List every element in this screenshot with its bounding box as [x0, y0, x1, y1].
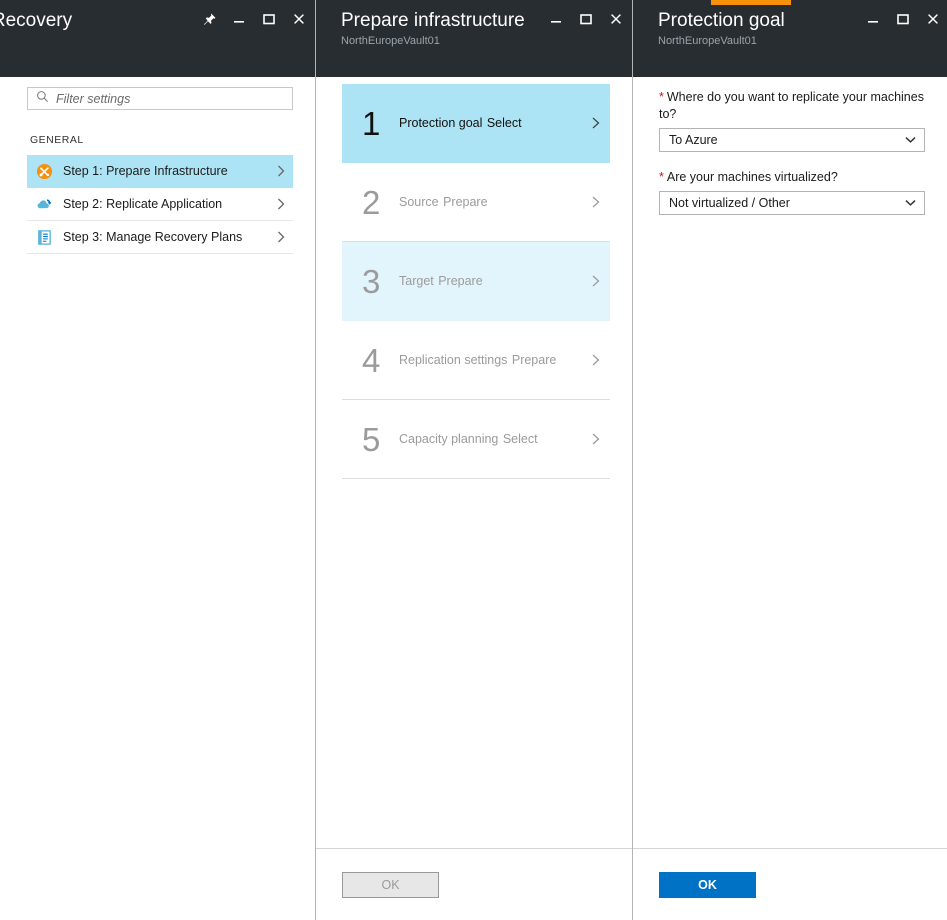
blade-site-recovery: e Recovery: [0, 0, 315, 920]
select-value: To Azure: [669, 133, 718, 147]
search-box[interactable]: [27, 87, 293, 110]
blade-body-prepare-infrastructure: 1 Protection goal Select 2 Source Prepar…: [316, 77, 632, 848]
machines-virtualized-select[interactable]: Not virtualized / Other: [659, 191, 925, 215]
chevron-right-icon: [590, 431, 602, 447]
page-subtitle: NorthEuropeVault01: [658, 34, 785, 49]
sidebar-item-label: Step 3: Manage Recovery Plans: [63, 230, 266, 244]
step-number: 1: [362, 107, 381, 140]
blade-body-site-recovery: GENERAL Step 1: Prepare Infrastructure: [0, 77, 315, 848]
step-title: Source: [399, 195, 439, 209]
close-icon[interactable]: [291, 11, 307, 27]
ok-button[interactable]: OK: [342, 872, 439, 898]
blade-header-prepare-infrastructure: Prepare infrastructure NorthEuropeVault0…: [316, 0, 632, 77]
sidebar-item-replicate-application[interactable]: Step 2: Replicate Application: [27, 188, 293, 221]
step-subtitle: Prepare: [512, 353, 556, 367]
field-replicate-target: *Where do you want to replicate your mac…: [659, 89, 925, 152]
field-machines-virtualized: *Are your machines virtualized? Not virt…: [659, 169, 925, 215]
field-label-text: Are your machines virtualized?: [667, 170, 838, 184]
step-number: 3: [362, 265, 381, 298]
step-item-source[interactable]: 2 Source Prepare: [342, 163, 610, 242]
sidebar-item-label: Step 2: Replicate Application: [63, 197, 266, 211]
select-value: Not virtualized / Other: [669, 196, 790, 210]
settings-nav-list: Step 1: Prepare Infrastructure Step 2: R…: [0, 155, 315, 254]
maximize-icon[interactable]: [578, 11, 594, 27]
maximize-icon[interactable]: [895, 11, 911, 27]
blade-body-protection-goal: *Where do you want to replicate your mac…: [633, 77, 947, 848]
chevron-right-icon: [276, 230, 287, 244]
chevron-right-icon: [590, 194, 602, 210]
step-item-replication-settings[interactable]: 4 Replication settings Prepare: [342, 321, 610, 400]
blade-protection-goal: Protection goal NorthEuropeVault01: [633, 0, 947, 920]
blade-header-protection-goal: Protection goal NorthEuropeVault01: [633, 0, 947, 77]
chevron-right-icon: [276, 197, 287, 211]
azure-portal-blades: e Recovery: [0, 0, 947, 920]
blade-footer-protection-goal: OK: [633, 848, 947, 920]
step-title: Target: [399, 274, 434, 288]
close-icon[interactable]: [608, 11, 624, 27]
close-icon[interactable]: [925, 11, 941, 27]
maximize-icon[interactable]: [261, 11, 277, 27]
cloud-sync-icon: [35, 195, 53, 213]
page-title: e Recovery: [0, 9, 72, 32]
blade-prepare-infrastructure: Prepare infrastructure NorthEuropeVault0…: [316, 0, 632, 920]
step-subtitle: Select: [503, 432, 538, 446]
step-item-target[interactable]: 3 Target Prepare: [342, 242, 610, 321]
field-label: *Are your machines virtualized?: [659, 169, 925, 186]
step-subtitle: Select: [487, 116, 522, 130]
chevron-right-icon: [276, 164, 287, 178]
field-label-text: Where do you want to replicate your mach…: [659, 90, 924, 121]
search-input[interactable]: [56, 92, 284, 106]
blade-footer-prepare-infrastructure: OK: [316, 848, 632, 920]
minimize-icon[interactable]: [548, 11, 564, 27]
sidebar-item-label: Step 1: Prepare Infrastructure: [63, 164, 266, 178]
ok-button[interactable]: OK: [659, 872, 756, 898]
step-title: Protection goal: [399, 116, 482, 130]
minimize-icon[interactable]: [865, 11, 881, 27]
step-number: 4: [362, 344, 381, 377]
chevron-down-icon: [905, 199, 916, 207]
minimize-icon[interactable]: [231, 11, 247, 27]
window-controls-right: [865, 9, 941, 27]
sidebar-item-manage-recovery-plans[interactable]: Step 3: Manage Recovery Plans: [27, 221, 293, 254]
step-number: 5: [362, 423, 381, 456]
blade-accent-bar: [711, 0, 791, 5]
replicate-target-select[interactable]: To Azure: [659, 128, 925, 152]
chevron-right-icon: [590, 273, 602, 289]
required-marker: *: [659, 170, 664, 184]
step-title: Capacity planning: [399, 432, 498, 446]
blade-footer-site-recovery: [0, 848, 315, 920]
page-title: Protection goal: [658, 9, 785, 32]
filter-settings-wrap: [0, 77, 315, 110]
blade-header-site-recovery: e Recovery: [0, 0, 315, 77]
pin-icon[interactable]: [201, 11, 217, 27]
search-icon: [36, 90, 49, 108]
field-label: *Where do you want to replicate your mac…: [659, 89, 925, 123]
step-subtitle: Prepare: [443, 195, 487, 209]
step-number: 2: [362, 186, 381, 219]
chevron-right-icon: [590, 115, 602, 131]
chevron-right-icon: [590, 352, 602, 368]
required-marker: *: [659, 90, 664, 104]
steps-list: 1 Protection goal Select 2 Source Prepar…: [316, 77, 632, 479]
tools-icon: [35, 162, 53, 180]
protection-goal-form: *Where do you want to replicate your mac…: [633, 77, 947, 215]
window-controls-middle: [548, 9, 624, 27]
page-title: Prepare infrastructure: [341, 9, 525, 32]
page-subtitle: NorthEuropeVault01: [341, 34, 525, 49]
settings-group-label: GENERAL: [0, 110, 315, 155]
step-item-capacity-planning[interactable]: 5 Capacity planning Select: [342, 400, 610, 479]
step-item-protection-goal[interactable]: 1 Protection goal Select: [342, 84, 610, 163]
document-list-icon: [35, 228, 53, 246]
step-subtitle: Prepare: [438, 274, 482, 288]
sidebar-item-prepare-infrastructure[interactable]: Step 1: Prepare Infrastructure: [27, 155, 293, 188]
step-title: Replication settings: [399, 353, 507, 367]
chevron-down-icon: [905, 136, 916, 144]
window-controls-left: [201, 9, 307, 27]
